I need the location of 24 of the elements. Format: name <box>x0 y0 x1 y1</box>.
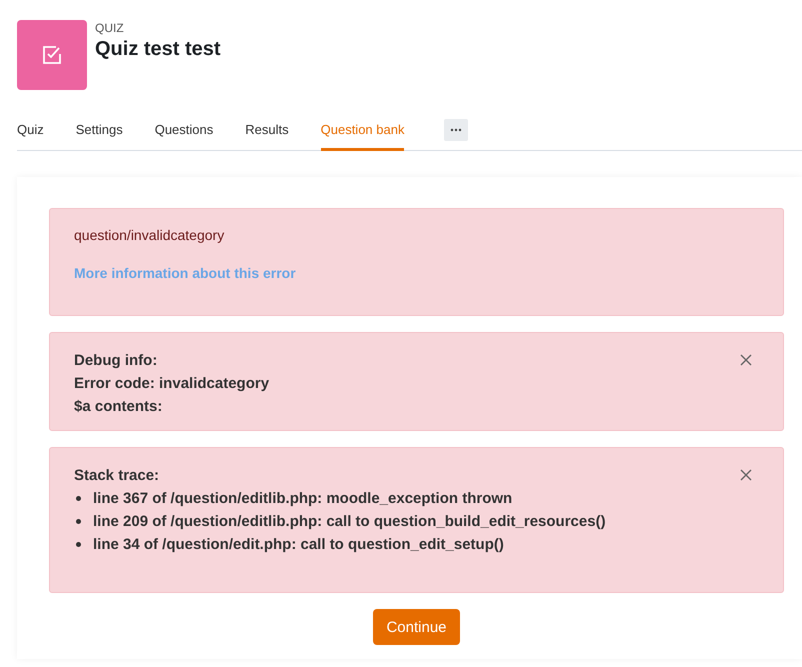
activity-type: QUIZ <box>95 21 125 35</box>
close-button[interactable] <box>740 354 752 366</box>
bullet-icon <box>76 519 81 524</box>
debug-line: $a contents: <box>74 397 164 417</box>
close-icon <box>740 354 752 366</box>
debug-line: Error code: invalidcategory <box>74 374 270 394</box>
bullet-icon <box>76 496 81 501</box>
close-icon <box>740 469 752 481</box>
more-button[interactable] <box>444 119 468 141</box>
ellipsis-icon <box>450 128 462 132</box>
page-title: Quiz test test <box>95 38 221 61</box>
stack-trace-line: line 367 of /question/editlib.php: moodle_exception thrown <box>93 489 512 509</box>
nav-tab[interactable]: Quiz <box>17 110 44 150</box>
bullet-icon <box>76 542 81 547</box>
nav-tab[interactable]: Settings <box>76 110 123 150</box>
stack-trace-line: line 209 of /question/editlib.php: call to question_build_edit_resources() <box>93 512 606 532</box>
nav-tab[interactable]: Questions <box>154 110 214 150</box>
error-message: question/invalidcategory <box>74 227 226 243</box>
quiz-icon <box>17 20 87 90</box>
close-button[interactable] <box>740 469 752 481</box>
debug-line: Debug info: <box>74 351 158 371</box>
stack-trace-heading: Stack trace: <box>74 466 160 486</box>
nav-tab[interactable]: Results <box>245 110 289 150</box>
stack-trace-line: line 34 of /question/edit.php: call to question_edit_setup() <box>93 535 504 555</box>
